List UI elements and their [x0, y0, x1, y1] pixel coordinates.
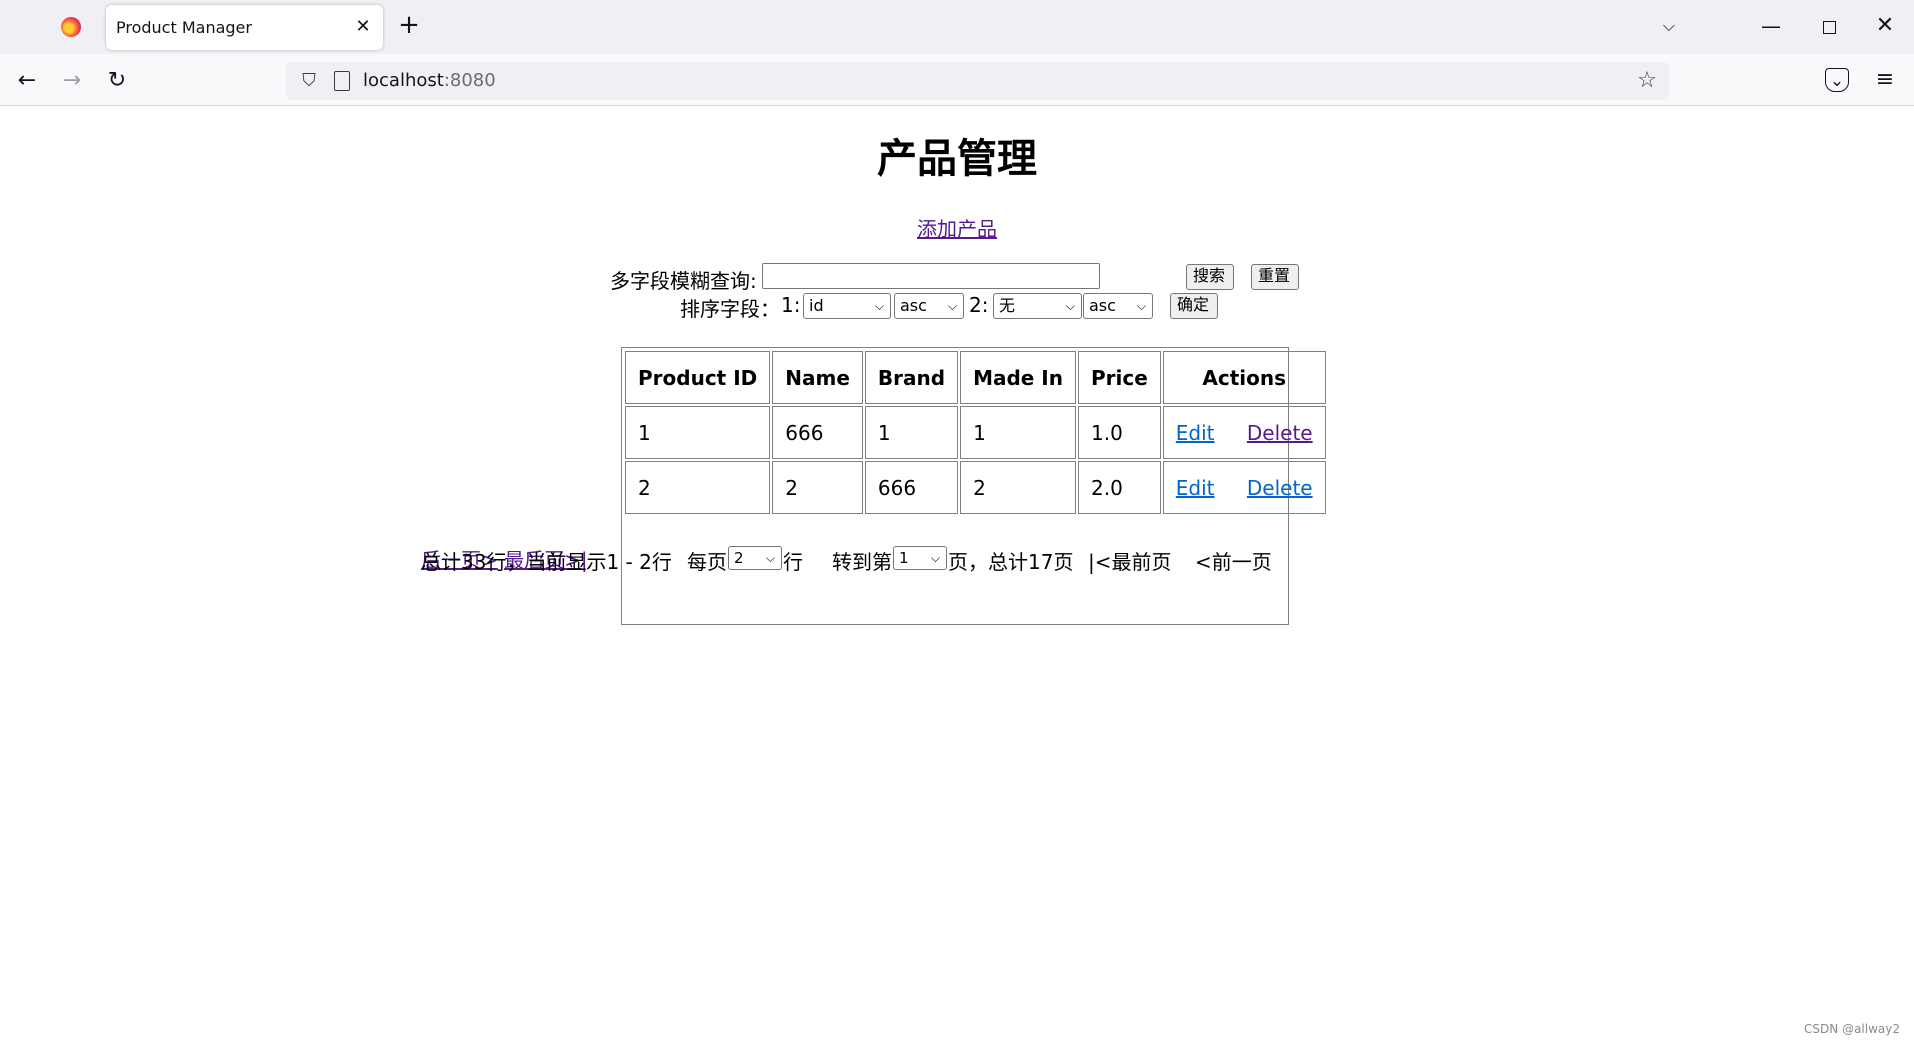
cell-price: 2.0 — [1077, 461, 1161, 514]
header-name: Name — [772, 351, 863, 404]
per-page-label: 每页 — [687, 550, 727, 574]
page-icon[interactable] — [334, 71, 350, 91]
firefox-logo-icon — [61, 17, 81, 37]
search-button[interactable]: 搜索 — [1186, 264, 1234, 290]
search-input[interactable] — [762, 263, 1100, 289]
table-row: 1 666 1 1 1.0 Edit Delete — [625, 406, 1326, 459]
cell-name: 666 — [772, 406, 863, 459]
reset-button[interactable]: 重置 — [1251, 264, 1299, 290]
first-page-text: |<最前页 — [1088, 550, 1172, 574]
forward-arrow-icon[interactable]: → — [57, 66, 87, 96]
sort-order1-select[interactable]: asc ⌵ — [894, 293, 964, 319]
pocket-icon[interactable]: ⌄ — [1825, 68, 1849, 92]
sort-confirm-button[interactable]: 确定 — [1170, 293, 1218, 319]
sort-label: 排序字段： — [680, 297, 780, 321]
browser-nav-bar: ← → ↻ ⛉ localhost:8080 ☆ ⌄ ≡ — [0, 54, 1914, 106]
sort-field1-label: 1: — [781, 293, 801, 317]
hamburger-menu-icon[interactable]: ≡ — [1872, 66, 1898, 94]
bookmark-star-icon[interactable]: ☆ — [1634, 68, 1660, 94]
goto-suffix: 页，总计17页 — [948, 550, 1074, 574]
delete-link[interactable]: Delete — [1247, 421, 1313, 445]
table-header-row: Product ID Name Brand Made In Price Acti… — [625, 351, 1326, 404]
reload-icon[interactable]: ↻ — [102, 66, 132, 96]
header-product-id: Product ID — [625, 351, 771, 404]
add-product-link[interactable]: 添加产品 — [917, 217, 997, 241]
maximize-icon[interactable] — [1806, 10, 1852, 42]
cell-actions: Edit Delete — [1162, 461, 1326, 514]
goto-label: 转到第 — [832, 550, 892, 574]
prev-page-text: <前一页 — [1195, 550, 1272, 574]
cell-made-in: 1 — [960, 406, 1076, 459]
new-tab-button[interactable]: + — [396, 12, 422, 40]
browser-tab-bar: Product Manager ✕ + ⌵ — ✕ — [0, 0, 1914, 54]
header-made-in: Made In — [960, 351, 1076, 404]
shield-icon[interactable]: ⛉ — [298, 70, 320, 92]
cell-product-id: 1 — [625, 406, 771, 459]
edit-link[interactable]: Edit — [1176, 421, 1215, 445]
tab-title: Product Manager — [116, 18, 252, 37]
url-text[interactable]: localhost:8080 — [363, 70, 496, 91]
back-arrow-icon[interactable]: ← — [12, 66, 42, 96]
address-bar[interactable]: ⛉ localhost:8080 ☆ — [286, 62, 1669, 100]
close-tab-icon[interactable]: ✕ — [351, 15, 375, 39]
sort-field2-label: 2: — [969, 293, 989, 317]
sort-order2-select[interactable]: asc ⌵ — [1083, 293, 1153, 319]
cell-actions: Edit Delete — [1162, 406, 1326, 459]
tab-product-manager[interactable]: Product Manager ✕ — [106, 5, 383, 50]
search-label: 多字段模糊查询: — [610, 269, 757, 293]
page-content: 产品管理 添加产品 多字段模糊查询: 搜索 重置 排序字段： 1: id ⌵ as… — [0, 107, 1914, 1044]
cell-brand: 666 — [864, 461, 959, 514]
header-price: Price — [1077, 351, 1161, 404]
minimize-icon[interactable]: — — [1748, 10, 1794, 42]
page-title: 产品管理 — [877, 136, 1037, 182]
cell-name: 2 — [772, 461, 863, 514]
delete-link[interactable]: Delete — [1247, 476, 1313, 500]
pagination: 总计33行，当前显示1 - 2行 每页 2 ⌵ 行 转到第 1 ⌵ 页，总计17页 … — [421, 544, 1272, 574]
goto-page-select[interactable]: 1 ⌵ — [893, 546, 947, 570]
pager-summary: 总计33行，当前显示1 - 2行 — [421, 550, 672, 574]
cell-price: 1.0 — [1077, 406, 1161, 459]
cell-made-in: 2 — [960, 461, 1076, 514]
sort-field2-select[interactable]: 无 ⌵ — [993, 293, 1082, 319]
cell-brand: 1 — [864, 406, 959, 459]
cell-product-id: 2 — [625, 461, 771, 514]
header-actions: Actions — [1162, 351, 1326, 404]
table-row: 2 2 666 2 2.0 Edit Delete — [625, 461, 1326, 514]
sort-field1-select[interactable]: id ⌵ — [803, 293, 891, 319]
watermark: CSDN @allway2 — [1804, 1022, 1900, 1036]
per-page-suffix: 行 — [783, 550, 803, 574]
per-page-select[interactable]: 2 ⌵ — [728, 546, 782, 570]
edit-link[interactable]: Edit — [1176, 476, 1215, 500]
close-window-icon[interactable]: ✕ — [1862, 10, 1908, 42]
tab-list-chevron-icon[interactable]: ⌵ — [1646, 10, 1692, 42]
header-brand: Brand — [864, 351, 959, 404]
product-table: Product ID Name Brand Made In Price Acti… — [621, 347, 1326, 625]
